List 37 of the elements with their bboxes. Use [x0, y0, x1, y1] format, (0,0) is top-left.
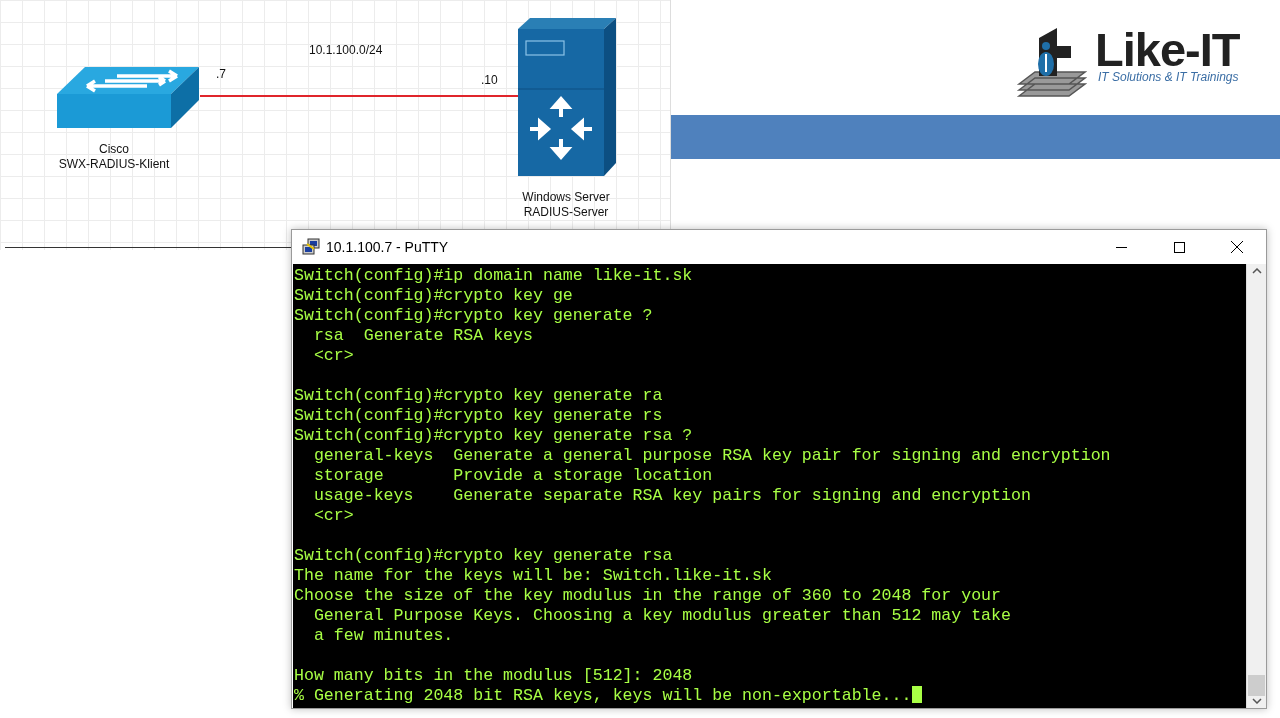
- terminal-app-icon: [302, 238, 320, 256]
- terminal-line: Switch(config)#crypto key generate ?: [294, 306, 653, 325]
- network-switch-icon: [57, 67, 199, 128]
- terminal-line: Switch(config)#crypto key generate rsa ?: [294, 426, 693, 445]
- logo-tagline: IT Solutions & IT Trainings: [1098, 70, 1240, 84]
- maximize-icon: [1173, 241, 1185, 253]
- scroll-down-icon[interactable]: [1251, 698, 1262, 704]
- server-icon: [518, 18, 616, 176]
- window-title: 10.1.100.7 - PuTTY: [326, 239, 450, 255]
- logo-name: Like-IT: [1095, 27, 1240, 73]
- terminal-line: <cr>: [312, 506, 354, 525]
- terminal-line: a few minutes.: [312, 626, 454, 645]
- terminal-line: rsa Generate RSA keys: [312, 326, 533, 345]
- node-label: Cisco SWX-RADIUS-Klient: [58, 142, 170, 172]
- terminal-line: The name for the keys will be: Switch.like-it.sk: [294, 566, 772, 585]
- terminal-line: % Generating 2048 bit RSA keys, keys will be non-exportable...: [294, 686, 912, 705]
- terminal-line: Switch(config)#crypto key generate ra: [294, 386, 663, 405]
- terminal-line: Switch(config)#crypto key generate rs: [294, 406, 663, 425]
- scrollbar-thumb[interactable]: [1248, 675, 1265, 696]
- terminal-line: <cr>: [312, 346, 354, 365]
- ip-address-label: .7: [216, 67, 226, 81]
- terminal-line: storage Provide a storage location: [312, 466, 713, 485]
- terminal-line: Switch(config)#crypto key generate rsa: [294, 546, 673, 565]
- scrollbar[interactable]: [1246, 264, 1266, 708]
- terminal-line: General Purpose Keys. Choosing a key modulus greater than 512 may take: [312, 606, 1011, 625]
- ip-address-label: .10: [481, 73, 498, 87]
- terminal-line: general-keys Generate a general purpose RSA key pair for signing and encryption: [312, 446, 1111, 465]
- terminal-line: Choose the size of the key modulus in the range of 360 to 2048 for your: [294, 586, 1001, 605]
- text-cursor: [912, 686, 923, 703]
- terminal-line: usage-keys Generate separate RSA key pairs for signing and encryption: [312, 486, 1031, 505]
- close-icon: [1231, 241, 1243, 253]
- terminal-line: Switch(config)#crypto key ge: [294, 286, 573, 305]
- scroll-up-icon[interactable]: [1251, 268, 1262, 274]
- network-label: 10.1.100.0/24: [309, 43, 383, 57]
- terminal-line: Switch(config)#ip domain name like-it.sk: [294, 266, 693, 285]
- node-label: Windows Server RADIUS-Server: [522, 190, 610, 220]
- terminal-line: How many bits in the modulus [512]: 2048: [294, 666, 693, 685]
